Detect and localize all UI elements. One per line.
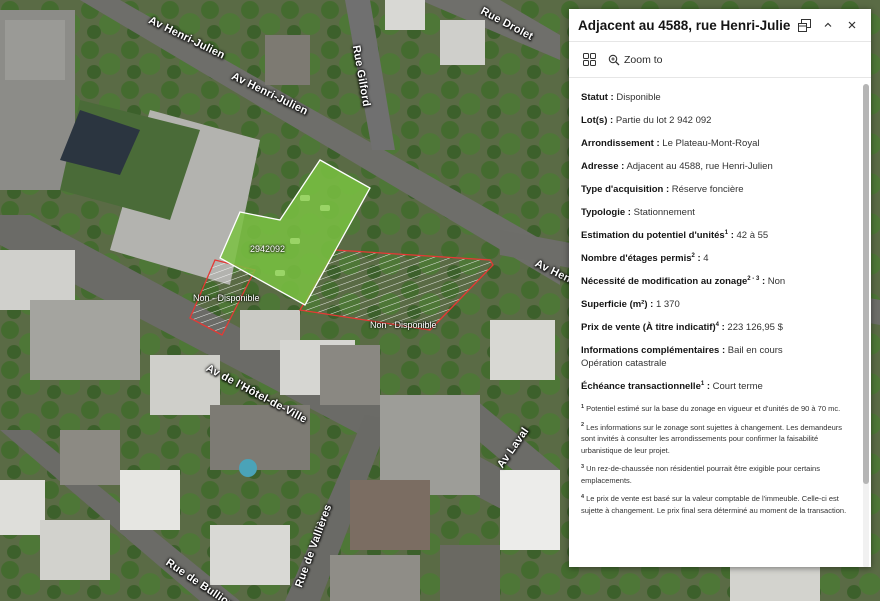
feature-popup: Adjacent au 4588, rue Henri-Julien Zoom … xyxy=(569,9,871,567)
popup-title: Adjacent au 4588, rue Henri-Julien xyxy=(578,17,791,33)
popup-scrollbar[interactable] xyxy=(863,84,869,567)
field-statut: Statut : Disponible xyxy=(581,92,661,103)
collapse-button[interactable] xyxy=(817,14,839,36)
footnote-3: 3 Un rez-de-chaussée non résidentiel pour… xyxy=(581,463,820,485)
feature-menu-button[interactable] xyxy=(578,48,600,72)
field-type-acquisition: Type d'acquisition : Réserve foncière xyxy=(581,184,744,195)
dock-button[interactable] xyxy=(793,14,815,36)
parcel-lot-label: 2942092 xyxy=(250,244,286,254)
close-button[interactable] xyxy=(841,14,863,36)
zoom-to-button[interactable]: Zoom to xyxy=(608,48,663,72)
parcel-label-unavailable-left: Non - Disponible xyxy=(193,293,260,303)
field-typologie: Typologie : Stationnement xyxy=(581,207,695,218)
footnote-2: 2 Les informations sur le zonage sont suj… xyxy=(581,422,843,455)
field-infos: Informations complémentaires : Bail en c… xyxy=(581,345,783,369)
close-icon xyxy=(848,21,856,29)
field-zonage: Nécessité de modification au zonage2 - 3… xyxy=(581,275,786,287)
field-prix: Prix de vente (À titre indicatif)4 : 223… xyxy=(581,321,783,333)
field-etages: Nombre d'étages permis2 : 4 xyxy=(581,252,709,264)
chevron-up-icon xyxy=(824,22,832,27)
footnote-1: 1 Potentiel estimé sur la base du zonage … xyxy=(581,403,841,413)
dock-icon xyxy=(797,18,811,32)
grid-icon xyxy=(582,53,596,66)
popup-scroll-thumb[interactable] xyxy=(863,84,869,484)
field-echeance: Échéance transactionnelle1 : Court terme xyxy=(581,380,763,392)
field-adresse: Adresse : Adjacent au 4588, rue Henri-Ju… xyxy=(581,161,773,172)
popup-header: Adjacent au 4588, rue Henri-Julien xyxy=(569,9,871,42)
popup-actions: Zoom to xyxy=(569,42,871,78)
zoom-search-icon xyxy=(608,54,620,65)
field-lots: Lot(s) : Partie du lot 2 942 092 xyxy=(581,115,712,126)
field-arrondissement: Arrondissement : Le Plateau-Mont-Royal xyxy=(581,138,760,149)
field-estimation: Estimation du potentiel d'unités1 : 42 à… xyxy=(581,229,769,241)
field-superficie: Superficie (m²) : 1 370 xyxy=(581,299,680,310)
popup-content[interactable]: Statut : Disponible Lot(s) : Partie du l… xyxy=(569,78,871,567)
zoom-to-label: Zoom to xyxy=(624,53,663,66)
pool xyxy=(239,459,257,477)
parcel-label-unavailable-right: Non - Disponible xyxy=(370,320,437,330)
footnote-4: 4 Le prix de vente est basé sur la valeur… xyxy=(581,493,847,515)
